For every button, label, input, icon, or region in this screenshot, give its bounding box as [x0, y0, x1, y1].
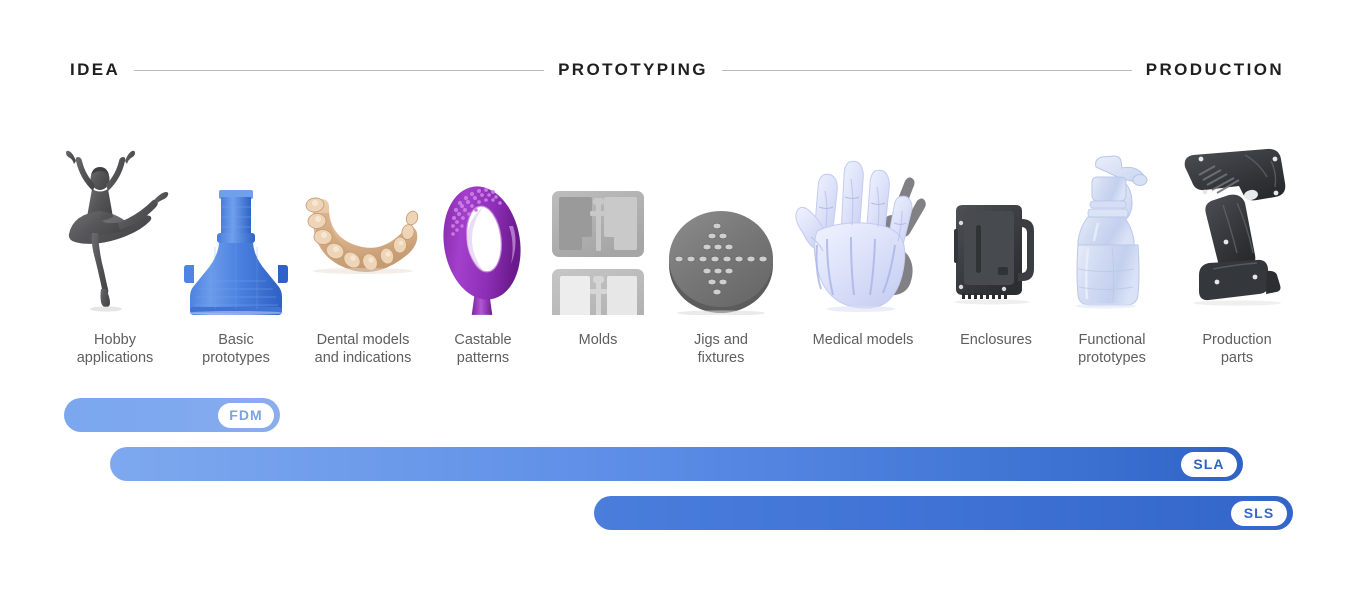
- product-label-hobby-applications: Hobby applications: [76, 332, 154, 366]
- technology-label-fdm: FDM: [229, 407, 263, 423]
- product-label-production-parts: Production parts: [1202, 332, 1272, 366]
- product-item-castable-patterns: Castable patterns: [429, 120, 537, 367]
- product-label-dental-models: Dental models and indications: [314, 332, 412, 366]
- funnel-prototype-icon: [175, 120, 297, 315]
- ballerina-figurine-icon: [55, 120, 175, 315]
- stage-label-production: PRODUCTION: [1145, 60, 1285, 79]
- stage-label-prototyping: PROTOTYPING: [558, 60, 708, 79]
- product-item-dental-models: Dental models and indications: [297, 120, 429, 367]
- stage-header-row: IDEA PROTOTYPING PRODUCTION: [70, 55, 1284, 85]
- product-label-medical-models: Medical models: [812, 332, 914, 348]
- two-part-mold-icon: [537, 120, 659, 315]
- product-item-basic-prototypes: Basic prototypes: [175, 120, 297, 367]
- power-tool-housing-icon: [1175, 120, 1299, 315]
- device-enclosure-icon: [943, 120, 1049, 315]
- technology-bar-sla[interactable]: SLA: [110, 447, 1243, 481]
- product-label-basic-prototypes: Basic prototypes: [202, 332, 270, 366]
- technology-pill-sls: SLS: [1231, 500, 1287, 526]
- technology-bar-fdm[interactable]: FDM: [64, 398, 280, 432]
- technology-bar-sls[interactable]: SLS: [594, 496, 1293, 530]
- dental-arch-model-icon: [297, 120, 429, 315]
- spray-bottle-icon: [1049, 120, 1175, 315]
- technology-pill-sla: SLA: [1181, 451, 1237, 477]
- product-item-molds: Molds: [537, 120, 659, 349]
- product-item-hobby-applications: Hobby applications: [55, 120, 175, 367]
- product-label-enclosures: Enclosures: [960, 332, 1032, 348]
- product-item-medical-models: Medical models: [783, 120, 943, 349]
- technology-label-sls: SLS: [1243, 505, 1275, 521]
- product-item-functional-prototypes: Functional prototypes: [1049, 120, 1175, 367]
- technology-label-sla: SLA: [1193, 456, 1225, 472]
- product-label-functional-prototypes: Functional prototypes: [1078, 332, 1146, 366]
- product-label-jigs-fixtures: Jigs and fixtures: [693, 332, 748, 366]
- product-item-enclosures: Enclosures: [943, 120, 1049, 349]
- castable-ring-icon: [429, 120, 537, 315]
- stage-label-idea: IDEA: [70, 60, 121, 79]
- technology-pill-fdm: FDM: [218, 402, 274, 428]
- product-label-molds: Molds: [578, 332, 618, 348]
- anatomical-hand-model-icon: [783, 120, 943, 315]
- product-application-row: Hobby applications Basic prototypes Dent…: [55, 120, 1299, 380]
- product-item-jigs-fixtures: Jigs and fixtures: [659, 120, 783, 367]
- perforated-disc-jig-icon: [659, 120, 783, 315]
- product-item-production-parts: Production parts: [1175, 120, 1299, 367]
- technology-coverage-bars: FDM SLA SLS: [0, 398, 1354, 548]
- stage-divider-line-1: [134, 69, 545, 71]
- product-label-castable-patterns: Castable patterns: [454, 332, 512, 366]
- stage-divider-line-2: [721, 69, 1132, 71]
